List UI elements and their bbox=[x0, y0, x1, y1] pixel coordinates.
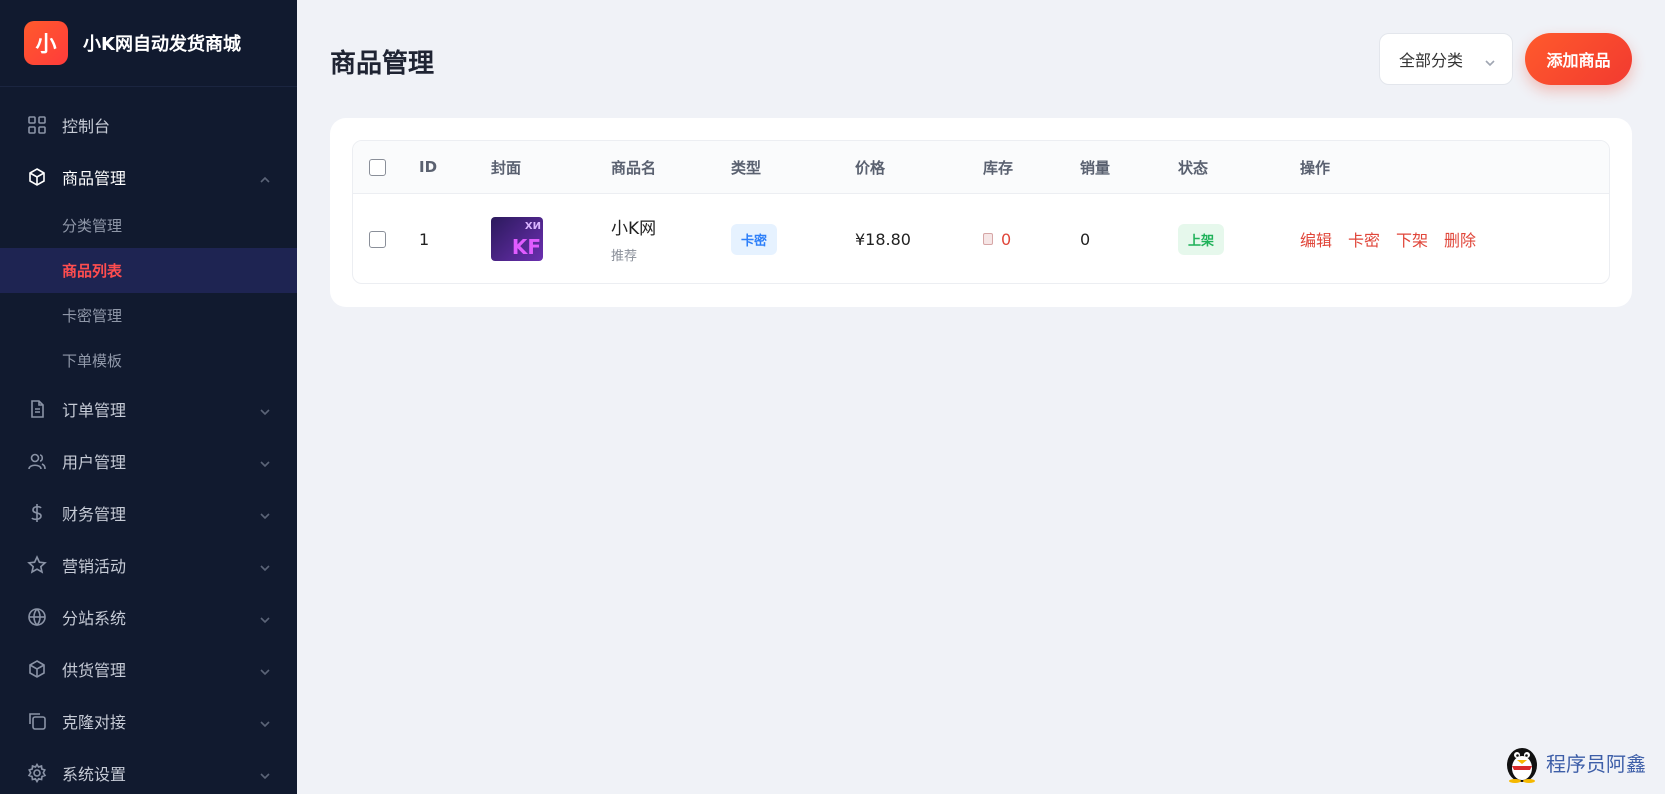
sidebar-subitem-order-templates[interactable]: 下单模板 bbox=[0, 338, 297, 383]
star-icon bbox=[26, 554, 48, 576]
package-icon bbox=[26, 658, 48, 680]
sidebar-item-products[interactable]: 商品管理 bbox=[0, 151, 297, 203]
column-header-type: 类型 bbox=[731, 158, 762, 177]
brand-logo: 小 bbox=[24, 21, 68, 65]
sidebar-item-label: 分站系统 bbox=[62, 609, 127, 628]
sidebar-subitem-product-list[interactable]: 商品列表 bbox=[0, 248, 297, 293]
product-cover-image: ХИ KF bbox=[491, 217, 543, 261]
row-actions: 编辑 卡密 下架 删除 bbox=[1300, 194, 1492, 283]
sidebar-subitem-card-keys[interactable]: 卡密管理 bbox=[0, 293, 297, 338]
delete-link[interactable]: 删除 bbox=[1444, 227, 1476, 251]
page-title: 商品管理 bbox=[330, 49, 435, 79]
sidebar-item-clone[interactable]: 克隆对接 bbox=[0, 695, 297, 747]
column-header-name: 商品名 bbox=[611, 158, 657, 177]
dollar-icon bbox=[26, 502, 48, 524]
document-icon bbox=[26, 398, 48, 420]
sidebar-item-label: 财务管理 bbox=[62, 505, 127, 524]
category-select[interactable]: 全部分类 bbox=[1379, 33, 1513, 85]
sidebar-item-users[interactable]: 用户管理 bbox=[0, 435, 297, 487]
sidebar-item-label: 控制台 bbox=[62, 117, 111, 136]
row-checkbox[interactable] bbox=[369, 230, 386, 248]
gear-icon bbox=[26, 762, 48, 784]
type-badge: 卡密 bbox=[731, 223, 778, 255]
sidebar-item-label: 克隆对接 bbox=[62, 713, 127, 732]
stock-icon bbox=[983, 233, 993, 245]
chevron-down-icon bbox=[259, 663, 271, 676]
watermark-text: 程序员阿鑫 bbox=[1546, 751, 1646, 776]
sidebar-item-settings[interactable]: 系统设置 bbox=[0, 747, 297, 794]
edit-link[interactable]: 编辑 bbox=[1300, 227, 1332, 251]
sidebar-item-marketing[interactable]: 营销活动 bbox=[0, 539, 297, 591]
table-row: 1 ХИ KF 小K网 推荐 卡密 ¥18.80 0 0 上架 编辑 卡密 下架… bbox=[353, 194, 1609, 283]
globe-icon bbox=[26, 606, 48, 628]
sidebar-subitem-categories[interactable]: 分类管理 bbox=[0, 203, 297, 248]
column-header-cover: 封面 bbox=[491, 158, 522, 177]
select-all-checkbox[interactable] bbox=[369, 158, 386, 176]
product-name: 小K网 bbox=[611, 219, 657, 239]
sidebar-nav: 控制台 商品管理 分类管理 商品列表 卡密管理 下单模板 订单管理 用户管理 财… bbox=[0, 87, 297, 794]
dashboard-icon bbox=[26, 114, 48, 136]
sidebar-item-label: 供货管理 bbox=[62, 661, 127, 680]
category-select-value: 全部分类 bbox=[1399, 51, 1464, 70]
product-price: ¥18.80 bbox=[855, 229, 911, 249]
brand-name: 小K网自动发货商城 bbox=[83, 34, 241, 55]
product-name-cell: 小K网 推荐 bbox=[611, 214, 656, 264]
product-table-card: ID 封面 商品名 类型 价格 库存 销量 状态 操作 1 ХИ KF 小K网 … bbox=[330, 118, 1632, 307]
stock-value: 0 bbox=[983, 230, 1011, 249]
sidebar-item-label: 订单管理 bbox=[62, 401, 127, 420]
table-header: ID 封面 商品名 类型 价格 库存 销量 状态 操作 bbox=[353, 141, 1609, 194]
sales-value: 0 bbox=[1080, 229, 1091, 249]
column-header-sales: 销量 bbox=[1080, 158, 1111, 177]
card-keys-link[interactable]: 卡密 bbox=[1348, 227, 1380, 251]
column-header-status: 状态 bbox=[1178, 158, 1209, 177]
sidebar-item-orders[interactable]: 订单管理 bbox=[0, 383, 297, 435]
sidebar-item-label: 商品管理 bbox=[62, 169, 127, 188]
product-table: ID 封面 商品名 类型 价格 库存 销量 状态 操作 1 ХИ KF 小K网 … bbox=[352, 140, 1610, 284]
sidebar-item-supply[interactable]: 供货管理 bbox=[0, 643, 297, 695]
status-badge: 上架 bbox=[1178, 223, 1225, 255]
column-header-price: 价格 bbox=[855, 158, 886, 177]
sidebar-item-substations[interactable]: 分站系统 bbox=[0, 591, 297, 643]
chevron-down-icon bbox=[259, 715, 271, 728]
sidebar: 小 小K网自动发货商城 控制台 商品管理 分类管理 商品列表 卡密管理 下单模板… bbox=[0, 0, 297, 794]
copy-icon bbox=[26, 710, 48, 732]
watermark: 程序员阿鑫 bbox=[1503, 741, 1646, 783]
column-header-id: ID bbox=[419, 158, 438, 176]
sidebar-item-label: 营销活动 bbox=[62, 557, 127, 576]
column-header-actions: 操作 bbox=[1300, 158, 1331, 177]
sidebar-item-label: 系统设置 bbox=[62, 765, 127, 784]
chevron-down-icon bbox=[259, 403, 271, 416]
chevron-down-icon bbox=[259, 455, 271, 468]
column-header-stock: 库存 bbox=[983, 158, 1014, 177]
chevron-up-icon bbox=[259, 171, 271, 183]
row-id: 1 bbox=[419, 229, 430, 249]
sidebar-item-dashboard[interactable]: 控制台 bbox=[0, 99, 297, 151]
sidebar-item-finance[interactable]: 财务管理 bbox=[0, 487, 297, 539]
chevron-down-icon bbox=[259, 611, 271, 624]
chevron-down-icon bbox=[1484, 54, 1496, 73]
unlist-link[interactable]: 下架 bbox=[1396, 227, 1428, 251]
chevron-down-icon bbox=[259, 767, 271, 780]
penguin-icon bbox=[1507, 748, 1537, 783]
add-product-button[interactable]: 添加商品 bbox=[1525, 33, 1632, 85]
brand[interactable]: 小 小K网自动发货商城 bbox=[0, 0, 297, 87]
chevron-down-icon bbox=[259, 559, 271, 572]
sidebar-item-label: 用户管理 bbox=[62, 453, 127, 472]
box-icon bbox=[26, 166, 48, 188]
chevron-down-icon bbox=[259, 507, 271, 520]
users-icon bbox=[26, 450, 48, 472]
product-subtitle: 推荐 bbox=[611, 249, 638, 264]
